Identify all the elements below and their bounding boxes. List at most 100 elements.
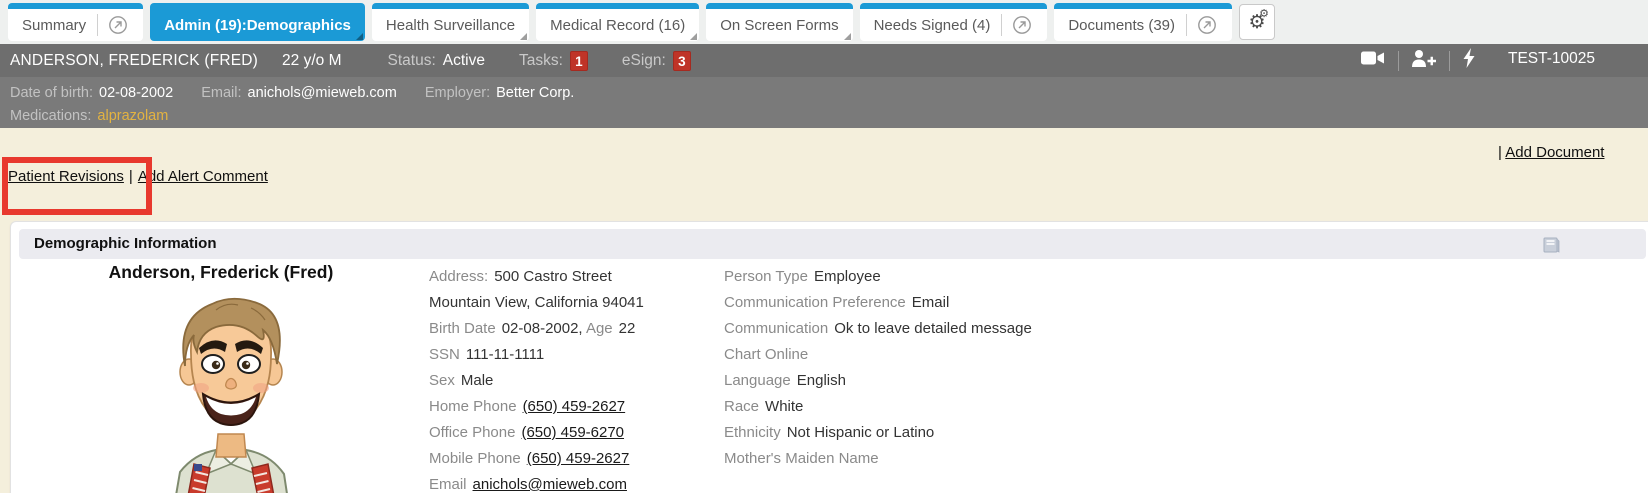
email-label: Email: xyxy=(201,85,241,101)
external-link-icon[interactable] xyxy=(1196,14,1218,36)
field-value: Not Hispanic or Latino xyxy=(787,424,935,441)
field-label: Mother's Maiden Name xyxy=(724,450,879,467)
tab-divider xyxy=(97,14,98,36)
field-value: Male xyxy=(461,372,494,389)
field-value: English xyxy=(797,372,846,389)
tab-bar: Summary Admin (19):Demographics Health S… xyxy=(0,0,1648,44)
field-label: Chart Online xyxy=(724,346,808,363)
patient-revisions-link[interactable]: Patient Revisions xyxy=(8,168,124,185)
mobile-phone-link[interactable]: (650) 459-2627 xyxy=(527,450,630,467)
field-label: Email xyxy=(429,476,467,493)
tasks-label: Tasks: xyxy=(519,52,563,70)
external-link-icon[interactable] xyxy=(107,14,129,36)
email-link[interactable]: anichols@mieweb.com xyxy=(473,476,627,493)
patient-name: ANDERSON, FREDERICK (FRED) xyxy=(10,52,258,70)
detail-row-birthdate: Birth Date02-08-2002, Age22 xyxy=(429,316,719,342)
patient-info-bar: Date of birth:02-08-2002 Email:anichols@… xyxy=(0,77,1648,128)
field-label: Home Phone xyxy=(429,398,517,415)
gears-icon-small: ⚙ xyxy=(1259,9,1269,20)
tab-divider xyxy=(1001,14,1002,36)
settings-button[interactable]: ⚙ ⚙ xyxy=(1239,4,1275,40)
field-value: White xyxy=(765,398,803,415)
tab-admin-demographics[interactable]: Admin (19):Demographics xyxy=(150,3,365,41)
tab-label: Needs Signed (4) xyxy=(874,17,991,34)
field-label: Race xyxy=(724,398,759,415)
tab-dropdown-fold xyxy=(690,33,697,40)
field-value: 22 xyxy=(619,320,636,337)
detail-row-address2: Mountain View, California 94041 xyxy=(429,290,719,316)
tab-dropdown-fold xyxy=(844,33,851,40)
office-phone-link[interactable]: (650) 459-6270 xyxy=(521,424,624,441)
video-camera-icon[interactable] xyxy=(1360,49,1386,72)
field-label: Person Type xyxy=(724,268,808,285)
employer-value: Better Corp. xyxy=(496,85,574,101)
dob-value: 02-08-2002 xyxy=(99,85,173,101)
field-label: Mobile Phone xyxy=(429,450,521,467)
detail-row-address: Address:500 Castro Street xyxy=(429,264,719,290)
panel-header: Demographic Information xyxy=(19,229,1646,259)
field-label: SSN xyxy=(429,346,460,363)
icon-separator xyxy=(1398,51,1399,71)
field-label: Language xyxy=(724,372,791,389)
journal-book-icon[interactable] xyxy=(1541,235,1561,265)
detail-row-email: Email anichols@mieweb.com xyxy=(429,472,719,493)
tab-health-surveillance[interactable]: Health Surveillance xyxy=(372,3,529,41)
field-value: Ok to leave detailed message xyxy=(834,320,1032,337)
detail-row-language: Language English xyxy=(724,368,1064,394)
field-label: Communication xyxy=(724,320,828,337)
patient-display-name: Anderson, Frederick (Fred) xyxy=(56,262,386,283)
lightning-bolt-icon[interactable] xyxy=(1462,48,1476,73)
field-value: 02-08-2002, xyxy=(502,320,583,337)
field-label: Age xyxy=(586,320,613,337)
detail-row-ethnicity: Ethnicity Not Hispanic or Latino xyxy=(724,420,1064,446)
esign-label: eSign: xyxy=(622,52,666,70)
external-link-icon[interactable] xyxy=(1011,14,1033,36)
detail-row-office-phone: Office Phone (650) 459-6270 xyxy=(429,420,719,446)
field-value: Employee xyxy=(814,268,881,285)
tab-summary[interactable]: Summary xyxy=(8,3,143,41)
tab-label: Health Surveillance xyxy=(386,17,515,34)
tab-label: Documents (39) xyxy=(1068,17,1175,34)
tab-label: On Screen Forms xyxy=(720,17,838,34)
tab-label: Medical Record (16) xyxy=(550,17,685,34)
add-document-link[interactable]: Add Document xyxy=(1505,144,1604,161)
status-value: Active xyxy=(443,52,485,70)
tab-divider xyxy=(1186,14,1187,36)
detail-row-mothers-maiden-name: Mother's Maiden Name xyxy=(724,446,1064,472)
medications-value[interactable]: alprazolam xyxy=(97,108,168,124)
workspace: | Add Document Patient Revisions|Add Ale… xyxy=(0,128,1648,493)
tab-label: Admin (19):Demographics xyxy=(164,17,351,34)
tab-dropdown-fold xyxy=(356,33,363,40)
detail-row-person-type: Person Type Employee xyxy=(724,264,1064,290)
field-label: Office Phone xyxy=(429,424,515,441)
info-line-1: Date of birth:02-08-2002 Email:anichols@… xyxy=(10,82,1648,105)
home-phone-link[interactable]: (650) 459-2627 xyxy=(523,398,626,415)
field-label: Address: xyxy=(429,268,488,285)
detail-row-race: Race White xyxy=(724,394,1064,420)
detail-row-chart-online: Chart Online xyxy=(724,342,1064,368)
panel-title: Demographic Information xyxy=(34,235,217,252)
patient-header-bar: ANDERSON, FREDERICK (FRED) 22 y/o M Stat… xyxy=(0,44,1648,77)
patient-bar-icons xyxy=(1360,44,1476,77)
field-label: Ethnicity xyxy=(724,424,781,441)
demographics-left-column: Address:500 Castro Street Mountain View,… xyxy=(429,264,719,493)
medications-label: Medications: xyxy=(10,108,91,124)
detail-row-communication: Communication Ok to leave detailed messag… xyxy=(724,316,1064,342)
icon-separator xyxy=(1449,51,1450,71)
demographics-right-column: Person Type Employee Communication Prefer… xyxy=(724,264,1064,472)
status-label: Status: xyxy=(388,52,436,70)
tab-on-screen-forms[interactable]: On Screen Forms xyxy=(706,3,852,41)
field-value: Email xyxy=(912,294,950,311)
add-person-icon[interactable] xyxy=(1411,49,1437,73)
detail-row-sex: SexMale xyxy=(429,368,719,394)
tab-documents[interactable]: Documents (39) xyxy=(1054,3,1232,41)
esign-count-badge[interactable]: 3 xyxy=(673,51,691,71)
detail-row-comm-preference: Communication PreferenceEmail xyxy=(724,290,1064,316)
employer-label: Employer: xyxy=(425,85,490,101)
tab-needs-signed[interactable]: Needs Signed (4) xyxy=(860,3,1048,41)
tab-medical-record[interactable]: Medical Record (16) xyxy=(536,3,699,41)
field-value: 111-11-1111 xyxy=(466,346,544,363)
patient-id: TEST-10025 xyxy=(1508,50,1595,68)
add-alert-comment-link[interactable]: Add Alert Comment xyxy=(138,168,268,185)
tasks-count-badge[interactable]: 1 xyxy=(570,51,588,71)
